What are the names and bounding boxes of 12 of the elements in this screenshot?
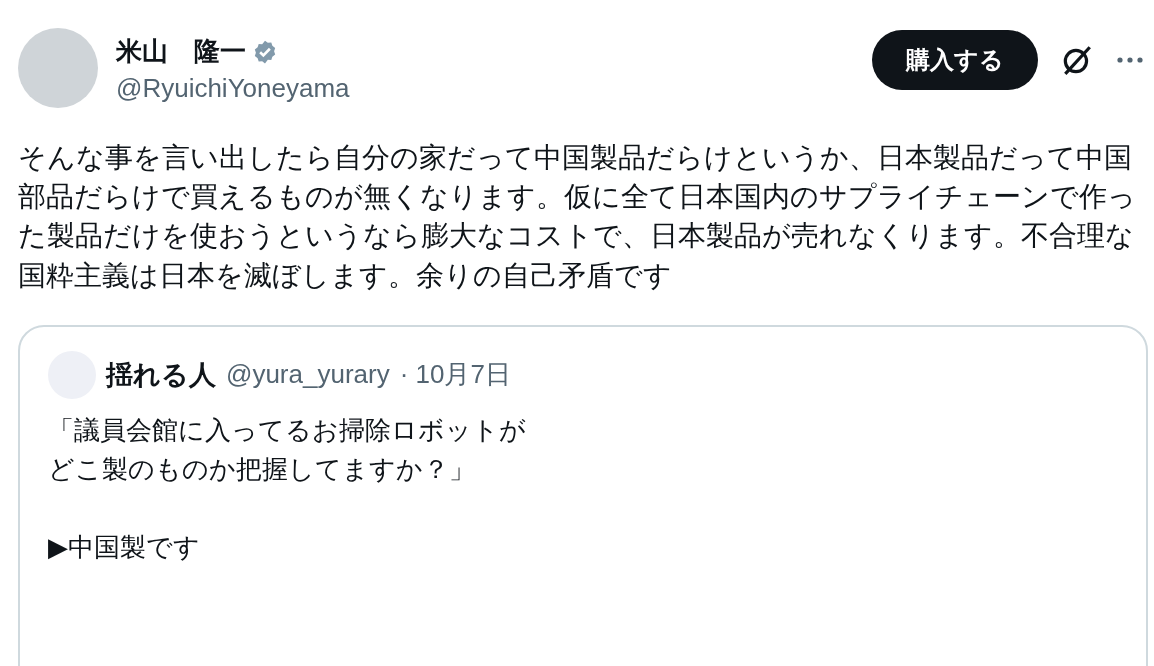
quoted-post-line: ▶中国製です: [48, 530, 200, 564]
post-text: そんな事を言い出したら自分の家だって中国製品だらけというか、日本製品だって中国部品だらけで買えるものが無くなります。仮に全て日本国内のサプライチェーンで作った製品だけを使おうというなら膨大なコストで、日本製品が売れなくります。不合理な国粋主義は日本を滅ぼします。余りの自己矛盾です: [18, 140, 1137, 294]
quoted-post-line: 「議員会館に入ってるお掃除ロボットが: [48, 413, 526, 447]
quoted-author-handle: @yura_yurary: [226, 359, 390, 391]
quoted-post-line: どこ製のものか把握してますか？」: [48, 452, 475, 486]
buy-button[interactable]: 購入する: [872, 30, 1038, 90]
quoted-post-card[interactable]: 揺れる人 @yura_yurary · 10月7日 「議員会館に入ってるお掃除ロボットが どこ製のものか把握してますか？」 ▶中国製です: [18, 324, 1148, 666]
author-name[interactable]: 米山 隆一: [116, 34, 246, 69]
post-date: · 10月7日: [399, 358, 511, 392]
more-icon[interactable]: [1116, 56, 1144, 64]
quoted-author-name: 揺れる人: [106, 357, 216, 392]
author-handle[interactable]: @RyuichiYoneyama: [116, 73, 350, 104]
